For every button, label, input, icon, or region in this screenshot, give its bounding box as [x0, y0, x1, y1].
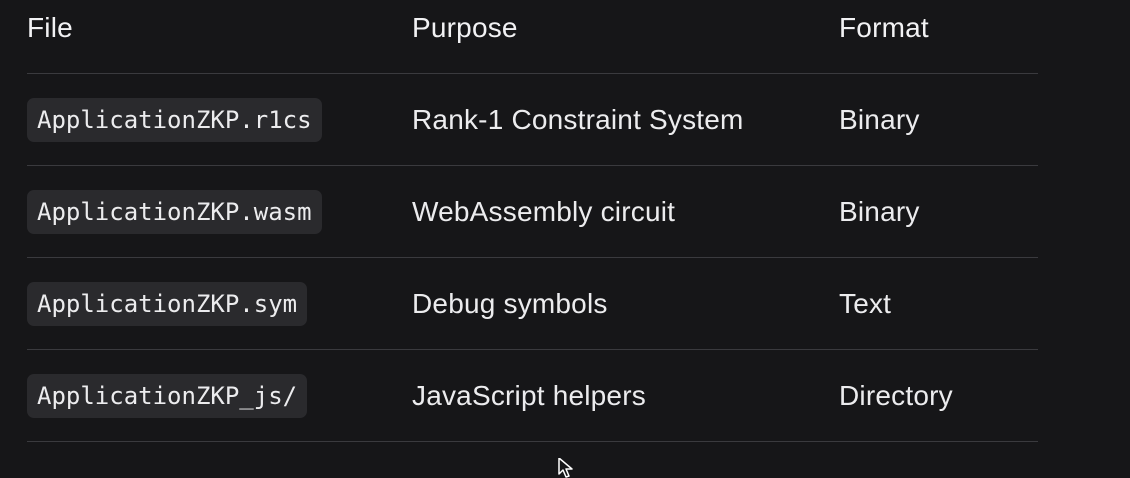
header-file: File: [27, 12, 73, 43]
table-row: ApplicationZKP.r1cs Rank-1 Constraint Sy…: [27, 74, 1038, 166]
purpose-cell: Rank-1 Constraint System: [412, 103, 744, 135]
file-cell: ApplicationZKP_js/: [27, 373, 308, 418]
file-cell: ApplicationZKP.sym: [27, 281, 308, 326]
file-cell: ApplicationZKP.wasm: [27, 189, 322, 234]
table-row: ApplicationZKP.wasm WebAssembly circuit …: [27, 166, 1038, 258]
file-name-code: ApplicationZKP.r1cs: [27, 97, 322, 142]
file-name-code: ApplicationZKP.wasm: [27, 189, 322, 234]
format-cell: Text: [839, 287, 892, 319]
header-purpose: Purpose: [412, 12, 518, 43]
table-header-row: File Purpose Format: [27, 0, 1038, 74]
file-cell: ApplicationZKP.r1cs: [27, 97, 322, 142]
format-cell: Binary: [839, 195, 920, 227]
files-table: File Purpose Format ApplicationZKP.r1cs …: [27, 0, 1038, 442]
file-name-code: ApplicationZKP_js/: [27, 373, 308, 418]
purpose-cell: JavaScript helpers: [412, 379, 646, 411]
format-cell: Directory: [839, 379, 953, 411]
purpose-cell: Debug symbols: [412, 287, 608, 319]
purpose-cell: WebAssembly circuit: [412, 195, 676, 227]
table-row: ApplicationZKP_js/ JavaScript helpers Di…: [27, 350, 1038, 442]
table-row: ApplicationZKP.sym Debug symbols Text: [27, 258, 1038, 350]
file-name-code: ApplicationZKP.sym: [27, 281, 308, 326]
mouse-pointer-icon: [558, 458, 573, 478]
format-cell: Binary: [839, 103, 920, 135]
header-format: Format: [839, 12, 929, 43]
